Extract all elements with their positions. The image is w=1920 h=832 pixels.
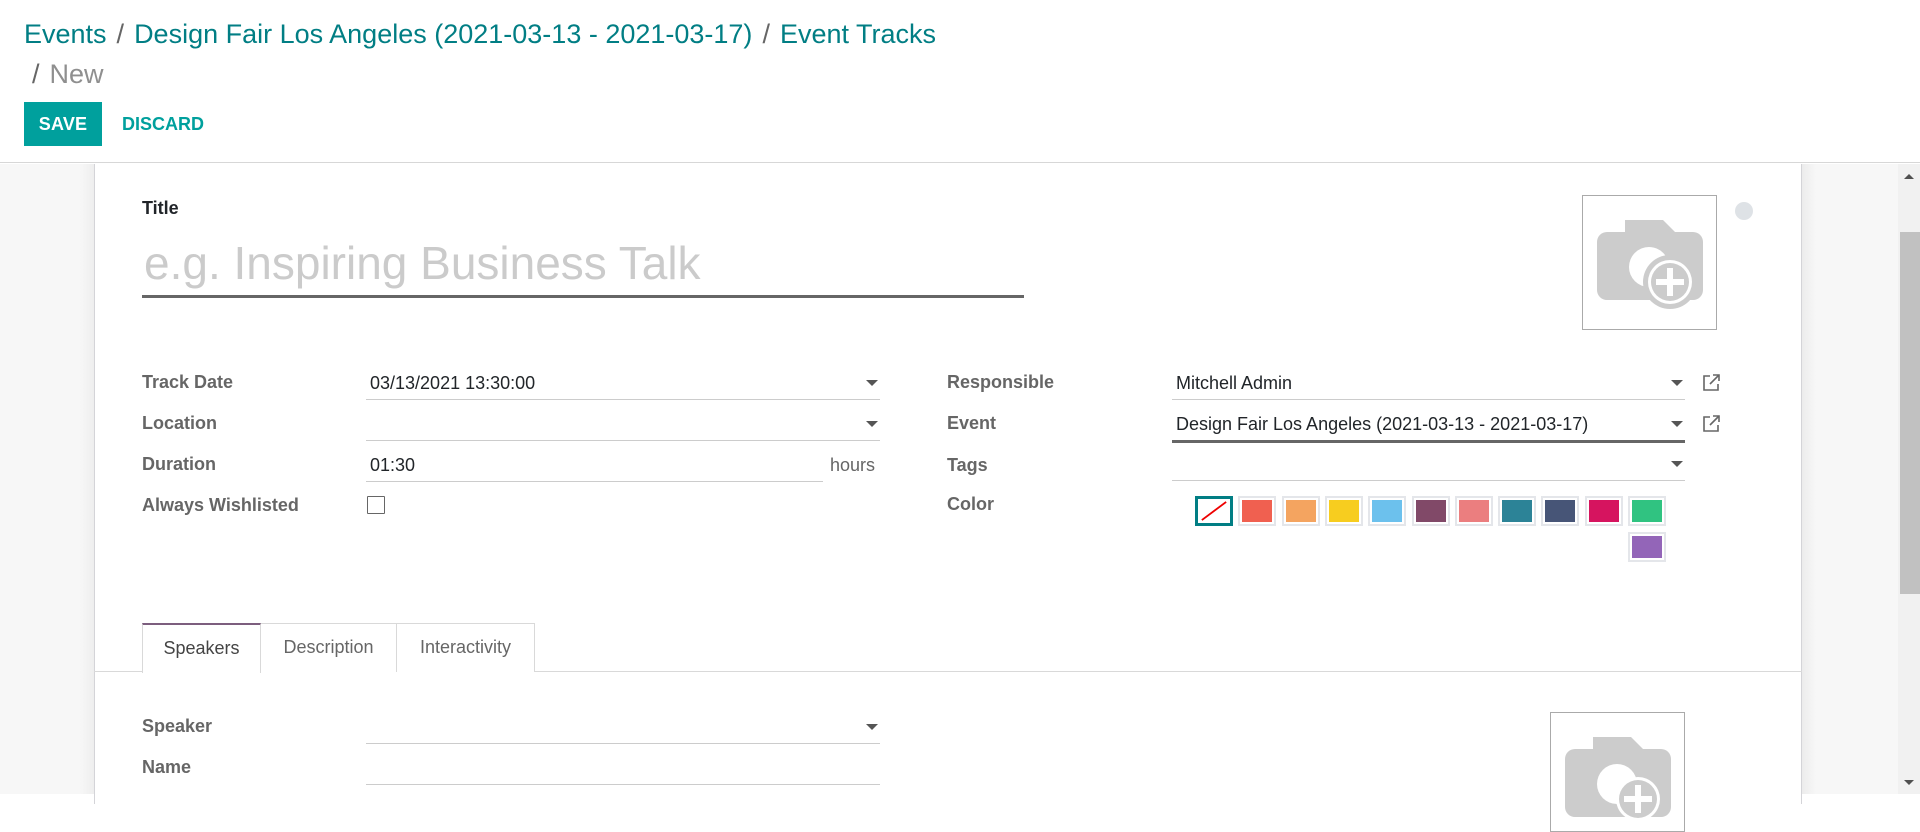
color-swatch-fill xyxy=(1502,500,1533,522)
color-swatch[interactable] xyxy=(1454,496,1493,526)
color-swatch[interactable] xyxy=(1628,532,1666,562)
color-swatch-none[interactable] xyxy=(1195,496,1233,526)
duration-unit: hours xyxy=(830,455,876,475)
color-swatch-fill xyxy=(1242,500,1273,522)
control-panel: Events / Design Fair Los Angeles (2021-03-… xyxy=(0,0,1920,163)
speaker-image-upload[interactable] xyxy=(1550,712,1685,832)
duration-field[interactable]: 01:30 xyxy=(366,449,823,482)
responsible-label: Responsible xyxy=(947,372,1055,392)
color-swatch-fill xyxy=(1285,500,1316,522)
tags-label: Tags xyxy=(947,455,988,475)
dropdown-caret-icon[interactable] xyxy=(866,380,878,386)
external-link-icon[interactable] xyxy=(1701,373,1721,393)
breadcrumb-event-tracks[interactable]: Event Tracks xyxy=(780,19,936,49)
breadcrumb: Events / Design Fair Los Angeles (2021-03-… xyxy=(24,16,1024,92)
breadcrumb-events[interactable]: Events xyxy=(24,19,107,49)
color-swatch-fill xyxy=(1458,500,1489,522)
color-swatch[interactable] xyxy=(1368,496,1407,526)
color-swatch-fill xyxy=(1415,500,1446,522)
color-swatch-fill xyxy=(1200,501,1228,521)
color-swatch[interactable] xyxy=(1238,496,1277,526)
color-swatch-fill xyxy=(1328,500,1359,522)
always-wishlisted-checkbox[interactable] xyxy=(367,496,385,514)
always-wishlisted-label: Always Wishlisted xyxy=(142,495,299,515)
discard-button[interactable]: DISCARD xyxy=(112,102,214,146)
dropdown-caret-icon[interactable] xyxy=(866,421,878,427)
color-swatch-fill xyxy=(1588,500,1619,522)
color-swatch-fill xyxy=(1545,500,1576,522)
name-label: Name xyxy=(142,757,192,777)
kanban-state-dot[interactable] xyxy=(1735,202,1753,220)
tab-description[interactable]: Description xyxy=(260,623,397,672)
breadcrumb-current: New xyxy=(49,59,104,89)
color-swatch[interactable] xyxy=(1281,496,1320,526)
name-field[interactable] xyxy=(366,752,880,785)
title-input[interactable] xyxy=(142,231,1024,298)
color-swatch[interactable] xyxy=(1541,496,1580,526)
tab-speakers[interactable]: Speakers xyxy=(142,623,261,673)
dropdown-caret-icon[interactable] xyxy=(866,724,878,730)
dropdown-caret-icon[interactable] xyxy=(1671,461,1683,467)
breadcrumb-event[interactable]: Design Fair Los Angeles (2021-03-13 - 20… xyxy=(134,19,752,49)
event-label: Event xyxy=(947,413,997,433)
color-swatch[interactable] xyxy=(1324,496,1363,526)
breadcrumb-separator: / xyxy=(762,19,770,49)
color-swatch-fill xyxy=(1632,536,1662,558)
color-swatch[interactable] xyxy=(1411,496,1450,526)
external-link-icon[interactable] xyxy=(1701,414,1721,434)
speaker-label: Speaker xyxy=(142,716,213,736)
tab-interactivity[interactable]: Interactivity xyxy=(396,623,535,672)
camera-add-icon xyxy=(1597,220,1703,309)
speaker-field[interactable] xyxy=(366,711,880,744)
dropdown-caret-icon[interactable] xyxy=(1671,380,1683,386)
duration-label: Duration xyxy=(142,454,216,474)
responsible-field[interactable]: Mitchell Admin xyxy=(1172,367,1685,400)
track-date-value: 03/13/2021 13:30:00 xyxy=(370,373,536,393)
content-background-right xyxy=(1802,164,1898,794)
camera-add-icon xyxy=(1565,737,1671,821)
event-field[interactable]: Design Fair Los Angeles (2021-03-13 - 20… xyxy=(1172,408,1685,443)
dropdown-caret-icon[interactable] xyxy=(1671,421,1683,427)
responsible-value: Mitchell Admin xyxy=(1176,373,1293,393)
duration-value: 01:30 xyxy=(370,455,416,475)
track-date-label: Track Date xyxy=(142,372,234,392)
no-color-slash-icon xyxy=(1201,501,1227,521)
location-field[interactable] xyxy=(366,408,880,441)
breadcrumb-separator: / xyxy=(116,19,125,49)
color-swatch-fill xyxy=(1632,500,1662,522)
track-date-field[interactable]: 03/13/2021 13:30:00 xyxy=(366,367,880,400)
image-upload[interactable] xyxy=(1582,195,1717,330)
title-label: Title xyxy=(142,198,179,218)
breadcrumb-current-line: / New xyxy=(32,56,1024,92)
tags-field[interactable] xyxy=(1172,448,1685,481)
color-swatch[interactable] xyxy=(1498,496,1537,526)
color-swatch[interactable] xyxy=(1584,496,1623,526)
event-value: Design Fair Los Angeles (2021-03-13 - 20… xyxy=(1176,414,1589,434)
location-label: Location xyxy=(142,413,217,433)
breadcrumb-separator: / xyxy=(32,59,40,89)
color-label: Color xyxy=(947,494,994,514)
color-swatch-fill xyxy=(1372,500,1403,522)
scrollbar[interactable] xyxy=(1898,164,1920,794)
color-swatch[interactable] xyxy=(1628,496,1666,526)
scroll-down-arrow-icon[interactable] xyxy=(1898,772,1920,794)
scrollbar-thumb[interactable] xyxy=(1900,232,1920,594)
scroll-up-arrow-icon[interactable] xyxy=(1898,164,1920,186)
save-button[interactable]: SAVE xyxy=(24,102,102,146)
